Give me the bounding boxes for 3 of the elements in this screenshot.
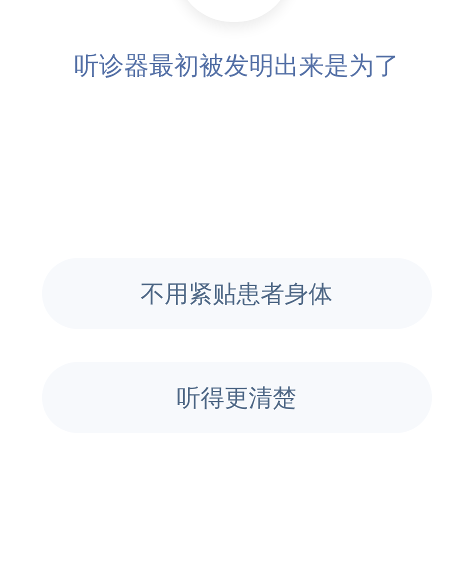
answer-option[interactable]: 不用紧贴患者身体 [42, 258, 432, 329]
answer-option[interactable]: 听得更清楚 [42, 362, 432, 433]
question-text: 听诊器最初被发明出来是为了 [74, 50, 399, 82]
